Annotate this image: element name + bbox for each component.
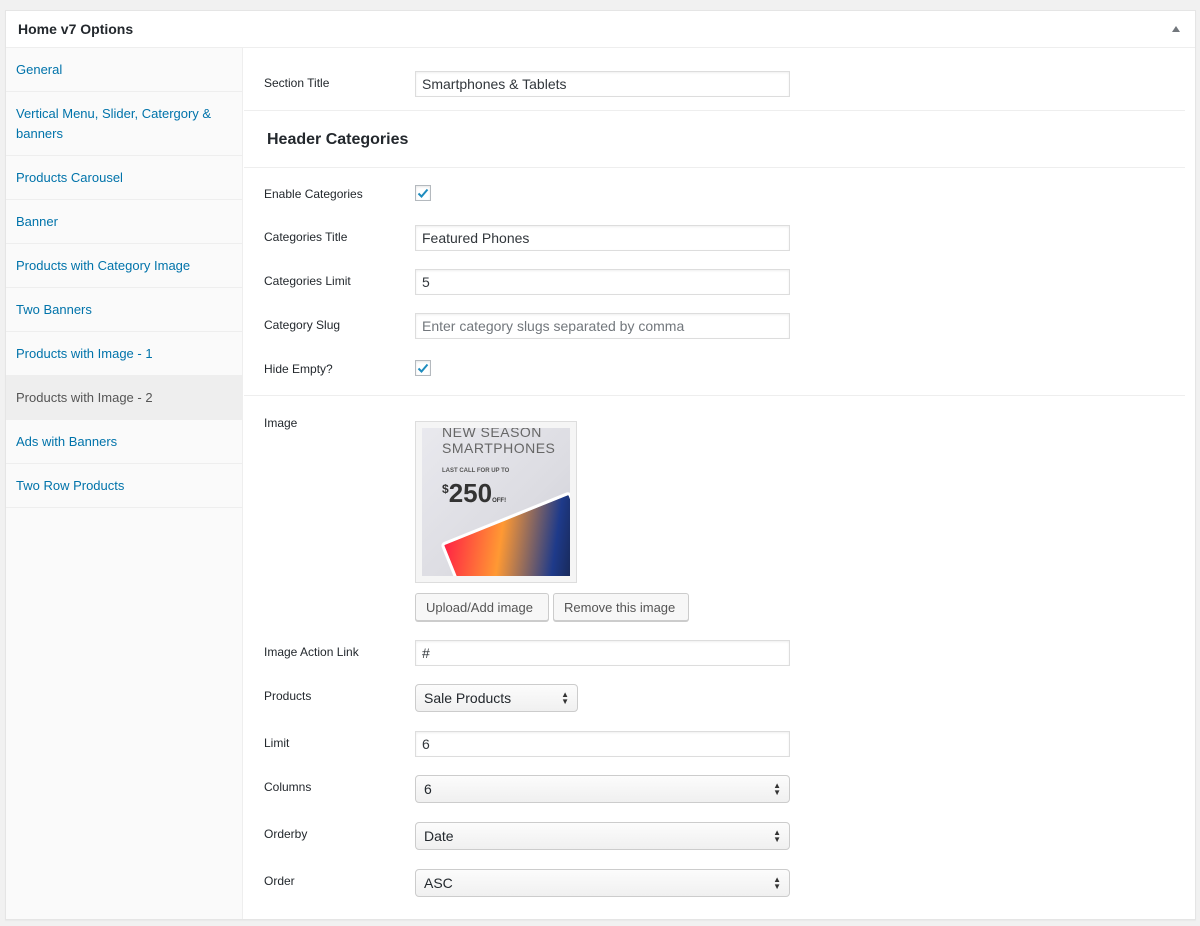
promo-line3: LAST CALL FOR UP TO (442, 468, 510, 474)
image-label: Image (264, 416, 298, 430)
sidebar-item-ads-banners[interactable]: Ads with Banners (6, 420, 242, 464)
orderby-select-value: Date (424, 828, 454, 844)
select-arrows-icon: ▲ ▼ (773, 828, 781, 844)
sidebar-item-general[interactable]: General (6, 48, 242, 92)
divider (244, 395, 1185, 396)
sidebar-item-products-carousel[interactable]: Products Carousel (6, 156, 242, 200)
limit-input[interactable]: 6 (415, 731, 790, 757)
columns-select[interactable]: 6 ▲ ▼ (415, 775, 790, 803)
options-sidebar: General Vertical Menu, Slider, Catergory… (6, 48, 243, 919)
panel-header[interactable]: Home v7 Options (6, 11, 1195, 48)
enable-categories-checkbox[interactable] (415, 185, 431, 201)
category-slug-label: Category Slug (264, 318, 341, 332)
promo-off: OFF! (492, 498, 507, 504)
products-select-value: Sale Products (424, 690, 512, 706)
image-preview: NEW SEASON SMARTPHONES LAST CALL FOR UP … (415, 421, 577, 583)
select-arrows-icon: ▲ ▼ (773, 781, 781, 797)
hide-empty-checkbox[interactable] (415, 360, 431, 376)
promo-line2: SMARTPHONES (442, 440, 556, 456)
sidebar-item-products-image-1[interactable]: Products with Image - 1 (6, 332, 242, 376)
order-select-value: ASC (424, 875, 453, 891)
categories-title-input[interactable]: Featured Phones (415, 225, 790, 251)
remove-image-button[interactable]: Remove this image (553, 593, 689, 621)
panel-title: Home v7 Options (18, 21, 134, 37)
header-categories-heading: Header Categories (267, 131, 409, 148)
image-action-link-label: Image Action Link (264, 645, 359, 659)
checkmark-icon (417, 363, 429, 373)
hide-empty-label: Hide Empty? (264, 362, 333, 376)
image-action-link-input[interactable]: # (415, 640, 790, 666)
select-arrows-icon: ▲ ▼ (773, 875, 781, 891)
upload-image-button[interactable]: Upload/Add image (415, 593, 549, 621)
options-main: Section Title Smartphones & Tablets Head… (244, 48, 1195, 919)
promo-price: $250OFF! (442, 478, 506, 509)
columns-label: Columns (264, 780, 312, 794)
promo-currency: $ (442, 482, 449, 496)
orderby-label: Orderby (264, 827, 308, 841)
sidebar-item-banner[interactable]: Banner (6, 200, 242, 244)
sidebar-item-two-row-products[interactable]: Two Row Products (6, 464, 242, 508)
section-title-label: Section Title (264, 76, 330, 90)
select-arrows-icon: ▲ ▼ (561, 690, 569, 706)
columns-select-value: 6 (424, 781, 432, 797)
options-panel: Home v7 Options General Vertical Menu, S… (5, 10, 1196, 920)
sidebar-list: General Vertical Menu, Slider, Catergory… (6, 48, 242, 508)
categories-limit-label: Categories Limit (264, 274, 351, 288)
order-label: Order (264, 874, 295, 888)
checkmark-icon (417, 188, 429, 198)
divider (244, 110, 1185, 111)
sidebar-item-products-image-2[interactable]: Products with Image - 2 (6, 376, 242, 420)
sidebar-item-two-banners[interactable]: Two Banners (6, 288, 242, 332)
section-title-input[interactable]: Smartphones & Tablets (415, 71, 790, 97)
products-label: Products (264, 689, 312, 703)
enable-categories-label: Enable Categories (264, 187, 363, 201)
sidebar-item-vertical-menu[interactable]: Vertical Menu, Slider, Catergory & banne… (6, 92, 242, 156)
divider (244, 167, 1185, 168)
products-select[interactable]: Sale Products ▲ ▼ (415, 684, 578, 712)
promo-banner-image: NEW SEASON SMARTPHONES LAST CALL FOR UP … (422, 428, 570, 576)
promo-line1: NEW SEASON (442, 428, 542, 440)
category-slug-input[interactable]: Enter category slugs separated by comma (415, 313, 790, 339)
promo-amount: 250 (448, 478, 493, 508)
categories-title-label: Categories Title (264, 230, 348, 244)
categories-limit-input[interactable]: 5 (415, 269, 790, 295)
collapse-toggle-icon[interactable] (1172, 26, 1180, 32)
limit-label: Limit (264, 736, 290, 750)
sidebar-item-products-category-image[interactable]: Products with Category Image (6, 244, 242, 288)
orderby-select[interactable]: Date ▲ ▼ (415, 822, 790, 850)
order-select[interactable]: ASC ▲ ▼ (415, 869, 790, 897)
